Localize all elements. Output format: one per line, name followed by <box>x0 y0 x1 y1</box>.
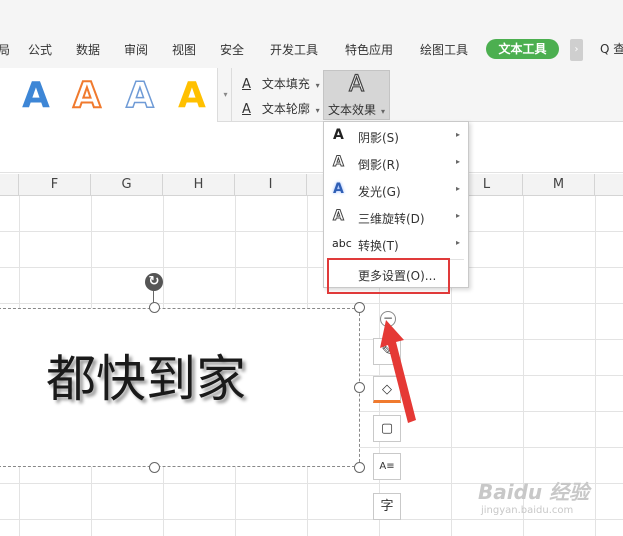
menu-item-label: 转换(T) <box>358 239 399 253</box>
highlight-box <box>327 258 450 294</box>
ribbon-toolbar: A A A A ▾ A 文本填充 ▾ A 文本轮廓 ▾ A 文本效果 ▾ <box>0 68 623 122</box>
text-outline-label: 文本轮廓 <box>261 102 310 116</box>
menu-item-shadow[interactable]: A 阴影(S) ▸ <box>324 123 468 150</box>
menu-item-label: 阴影(S) <box>358 131 399 145</box>
resize-handle-top[interactable] <box>149 302 160 313</box>
text-effect-label: 文本效果 <box>327 103 376 117</box>
tab-more-icon[interactable]: › <box>570 39 583 61</box>
menu-item-label: 发光(G) <box>358 185 401 199</box>
chevron-right-icon: ▸ <box>455 184 460 193</box>
text-wrap-icon[interactable]: A≡ <box>373 453 401 480</box>
text-outline-button[interactable]: A 文本轮廓 ▾ <box>242 100 320 117</box>
tab-formulas[interactable]: 公式 <box>28 41 52 58</box>
column-header-i[interactable]: I <box>235 174 307 196</box>
column-header-g[interactable]: G <box>91 174 163 196</box>
tab-partial[interactable]: 局 <box>0 41 10 58</box>
text-outline-icon: A <box>242 102 251 117</box>
menu-item-reflection[interactable]: A 倒影(R) ▸ <box>324 150 468 177</box>
watermark-url: jingyan.baidu.com <box>481 505 574 516</box>
wordart-style-gold[interactable]: A <box>178 72 206 120</box>
text-fill-icon: A <box>242 77 251 92</box>
resize-handle-bottom[interactable] <box>149 462 160 473</box>
wordart-style-orange-outline[interactable]: A <box>72 72 102 120</box>
tab-features[interactable]: 特色应用 <box>345 41 393 58</box>
menu-item-3d-rotation[interactable]: A 三维旋转(D) ▸ <box>324 204 468 231</box>
text-effect-button[interactable]: A 文本效果 ▾ <box>323 70 390 120</box>
menu-item-transform[interactable]: abc 转换(T) ▸ <box>324 231 468 258</box>
text-fill-button[interactable]: A 文本填充 ▾ <box>242 75 320 92</box>
column-header-h[interactable]: H <box>163 174 235 196</box>
tab-data[interactable]: 数据 <box>76 41 100 58</box>
resize-handle-bottom-right[interactable] <box>354 462 365 473</box>
ribbon-tab-bar: 局 公式 数据 审阅 视图 安全 开发工具 特色应用 绘图工具 文本工具 › Q… <box>0 0 623 68</box>
chevron-right-icon: ▸ <box>455 157 460 166</box>
chevron-down-icon: ▾ <box>315 106 320 115</box>
column-header-m[interactable]: M <box>523 174 595 196</box>
wordart-style-blue-outline[interactable]: A <box>125 72 154 120</box>
menu-item-label: 倒影(R) <box>358 158 400 172</box>
gallery-expand-icon[interactable]: ▾ <box>220 68 232 122</box>
annotation-arrow <box>380 320 416 423</box>
font-settings-icon[interactable]: 字 <box>373 493 401 520</box>
column-header-partial[interactable] <box>0 174 19 196</box>
resize-handle-right[interactable] <box>354 382 365 393</box>
chevron-right-icon: ▸ <box>455 130 460 139</box>
text-fill-label: 文本填充 <box>261 77 310 91</box>
baidu-watermark: Baidu 经验 <box>478 480 590 504</box>
column-header-f[interactable]: F <box>19 174 91 196</box>
resize-handle-top-right[interactable] <box>354 302 365 313</box>
column-header-row: F G H I J K L M <box>0 174 623 196</box>
tab-security[interactable]: 安全 <box>220 41 244 58</box>
grid-line <box>595 196 596 536</box>
chevron-right-icon: ▸ <box>455 238 460 247</box>
glow-icon: A <box>333 181 344 197</box>
text-effect-icon: A <box>348 71 365 97</box>
reflection-icon: A <box>333 154 345 171</box>
wordart-style-blue[interactable]: A <box>22 72 50 120</box>
chevron-down-icon: ▾ <box>381 107 386 116</box>
chevron-right-icon: ▸ <box>455 211 460 220</box>
tab-developer[interactable]: 开发工具 <box>270 41 318 58</box>
rotate-handle-icon[interactable]: ↻ <box>145 273 163 291</box>
formula-area <box>0 123 623 173</box>
tab-view[interactable]: 视图 <box>172 41 196 58</box>
tab-text-tools[interactable]: 文本工具 <box>486 39 559 59</box>
menu-item-label: 三维旋转(D) <box>358 212 425 226</box>
wordart-style-gallery: A A A A <box>0 68 218 122</box>
shadow-icon: A <box>333 127 344 143</box>
transform-abc-icon: abc <box>332 237 352 250</box>
search-icon[interactable]: Q 查 <box>600 40 623 57</box>
text-box-content[interactable]: 都快到家 <box>46 344 246 414</box>
menu-item-glow[interactable]: A 发光(G) ▸ <box>324 177 468 204</box>
tab-review[interactable]: 审阅 <box>124 41 148 58</box>
3d-rotation-icon: A <box>333 208 345 225</box>
tab-drawing-tools[interactable]: 绘图工具 <box>420 41 468 58</box>
chevron-down-icon: ▾ <box>315 81 320 90</box>
